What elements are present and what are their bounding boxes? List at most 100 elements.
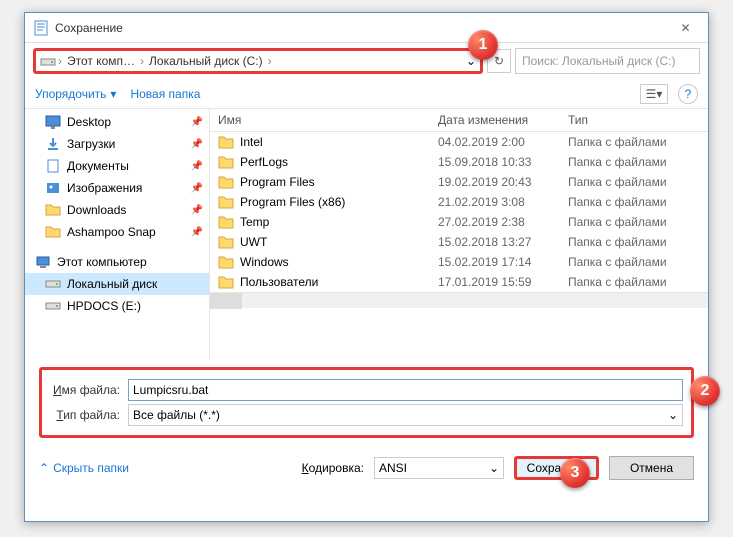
sidebar-item-pictures[interactable]: Изображения📌 — [25, 177, 209, 199]
pin-icon: 📌 — [191, 227, 203, 238]
file-date: 27.02.2019 2:38 — [430, 215, 560, 229]
sidebar-item-downloads-en[interactable]: Downloads📌 — [25, 199, 209, 221]
help-button[interactable]: ? — [678, 84, 698, 104]
chevron-right-icon: › — [138, 54, 146, 68]
file-row[interactable]: Intel 04.02.2019 2:00Папка с файлами — [210, 132, 708, 152]
file-date: 15.02.2019 17:14 — [430, 255, 560, 269]
sidebar-item-downloads[interactable]: Загрузки📌 — [25, 133, 209, 155]
bottom-bar: ⌃ Скрыть папки Кодировка: ANSI⌄ Сохранит… — [25, 446, 708, 490]
file-type: Папка с файлами — [560, 235, 690, 249]
sidebar-item-this-pc[interactable]: Этот компьютер — [25, 251, 209, 273]
sidebar: Desktop📌 Загрузки📌 Документы📌 Изображени… — [25, 109, 210, 359]
documents-icon — [45, 158, 61, 174]
file-row[interactable]: Windows 15.02.2019 17:14Папка с файлами — [210, 252, 708, 272]
filename-highlight-box: Имя файла: Тип файла: Все файлы (*.*)⌄ — [39, 367, 694, 438]
encoding-label: Кодировка: — [302, 461, 364, 475]
folder-icon — [218, 135, 234, 149]
folder-icon — [218, 155, 234, 169]
file-name: UWT — [240, 235, 267, 249]
file-type: Папка с файлами — [560, 215, 690, 229]
breadcrumb-segment[interactable]: Локальный диск (C:) — [146, 54, 266, 68]
file-row[interactable]: Temp27.02.2019 2:38Папка с файлами — [210, 212, 708, 232]
file-type: Папка с файлами — [560, 255, 690, 269]
pin-icon: 📌 — [191, 183, 203, 194]
file-type: Папка с файлами — [560, 275, 690, 289]
file-row[interactable]: Program Files (x86)21.02.2019 3:08Папка … — [210, 192, 708, 212]
filetype-label: Тип файла: — [50, 408, 128, 422]
file-type: Папка с файлами — [560, 135, 690, 149]
pin-icon: 📌 — [191, 117, 203, 128]
sidebar-item-desktop[interactable]: Desktop📌 — [25, 111, 209, 133]
horizontal-scrollbar[interactable] — [210, 292, 708, 308]
file-date: 17.01.2019 15:59 — [430, 275, 560, 289]
file-name: Windows — [240, 255, 289, 269]
drive-icon — [45, 298, 61, 314]
annotation-badge-1: 1 — [468, 30, 498, 60]
chevron-down-icon: ▾ — [110, 87, 116, 101]
sidebar-item-local-disk[interactable]: Локальный диск — [25, 273, 209, 295]
pin-icon: 📌 — [191, 205, 203, 216]
filetype-select[interactable]: Все файлы (*.*)⌄ — [128, 404, 683, 426]
column-headers: Имя Дата изменения Тип — [210, 109, 708, 132]
filename-input[interactable] — [128, 379, 683, 401]
breadcrumb[interactable]: › Этот комп… › Локальный диск (C:) › ⌄ — [33, 48, 483, 74]
desktop-icon — [45, 114, 61, 130]
file-date: 15.02.2018 13:27 — [430, 235, 560, 249]
file-name: PerfLogs — [240, 155, 288, 169]
sidebar-item-documents[interactable]: Документы📌 — [25, 155, 209, 177]
filename-label: Имя файла: — [50, 383, 128, 397]
breadcrumb-segment[interactable]: Этот комп… — [64, 54, 138, 68]
chevron-right-icon: › — [266, 54, 274, 68]
pin-icon: 📌 — [191, 139, 203, 150]
file-type: Папка с файлами — [560, 155, 690, 169]
file-date: 19.02.2019 20:43 — [430, 175, 560, 189]
file-name: Program Files — [240, 175, 315, 189]
pc-icon — [35, 254, 51, 270]
annotation-badge-2: 2 — [690, 376, 720, 406]
sidebar-item-ashampoo[interactable]: Ashampoo Snap📌 — [25, 221, 209, 243]
view-options-button[interactable]: ☰▾ — [640, 84, 668, 104]
cancel-button[interactable]: Отмена — [609, 456, 694, 480]
pin-icon: 📌 — [191, 161, 203, 172]
hide-folders-link[interactable]: ⌃ Скрыть папки — [39, 461, 129, 475]
downloads-icon — [45, 136, 61, 152]
body: Desktop📌 Загрузки📌 Документы📌 Изображени… — [25, 109, 708, 359]
annotation-badge-3: 3 — [560, 458, 590, 488]
window-title: Сохранение — [55, 21, 663, 35]
file-list: Имя Дата изменения Тип Intel 04.02.2019 2… — [210, 109, 708, 359]
file-row[interactable]: Program Files19.02.2019 20:43Папка с фай… — [210, 172, 708, 192]
encoding-select[interactable]: ANSI⌄ — [374, 457, 504, 479]
save-dialog: Сохранение ✕ › Этот комп… › Локальный ди… — [24, 12, 709, 522]
close-button[interactable]: ✕ — [663, 13, 708, 43]
folder-icon — [218, 255, 234, 269]
column-type[interactable]: Тип — [560, 113, 690, 127]
file-row[interactable]: UWT 15.02.2018 13:27Папка с файлами — [210, 232, 708, 252]
file-row[interactable]: PerfLogs 15.09.2018 10:33Папка с файлами — [210, 152, 708, 172]
folder-icon — [45, 224, 61, 240]
file-name: Пользователи — [240, 275, 318, 289]
folder-icon — [218, 175, 234, 189]
file-name: Program Files (x86) — [240, 195, 345, 209]
folder-icon — [218, 275, 234, 289]
file-date: 15.09.2018 10:33 — [430, 155, 560, 169]
sidebar-item-hpdocs[interactable]: HPDOCS (E:) — [25, 295, 209, 317]
chevron-down-icon: ⌄ — [668, 408, 678, 422]
column-date[interactable]: Дата изменения — [430, 113, 560, 127]
search-input[interactable]: Поиск: Локальный диск (C:) — [515, 48, 700, 74]
organize-menu[interactable]: Упорядочить ▾ — [35, 87, 116, 101]
file-name: Intel — [240, 135, 263, 149]
address-bar: › Этот комп… › Локальный диск (C:) › ⌄ ↻… — [25, 43, 708, 79]
toolbar: Упорядочить ▾ Новая папка ☰▾ ? — [25, 79, 708, 109]
chevron-up-icon: ⌃ — [39, 461, 49, 475]
file-row[interactable]: Пользователи 17.01.2019 15:59Папка с файл… — [210, 272, 708, 292]
folder-icon — [45, 202, 61, 218]
search-placeholder: Поиск: Локальный диск (C:) — [522, 54, 675, 68]
new-folder-button[interactable]: Новая папка — [130, 87, 200, 101]
pictures-icon — [45, 180, 61, 196]
file-date: 04.02.2019 2:00 — [430, 135, 560, 149]
folder-icon — [218, 195, 234, 209]
column-name[interactable]: Имя — [210, 113, 430, 127]
folder-icon — [218, 215, 234, 229]
notepad-icon — [33, 20, 49, 36]
drive-icon — [45, 276, 61, 292]
